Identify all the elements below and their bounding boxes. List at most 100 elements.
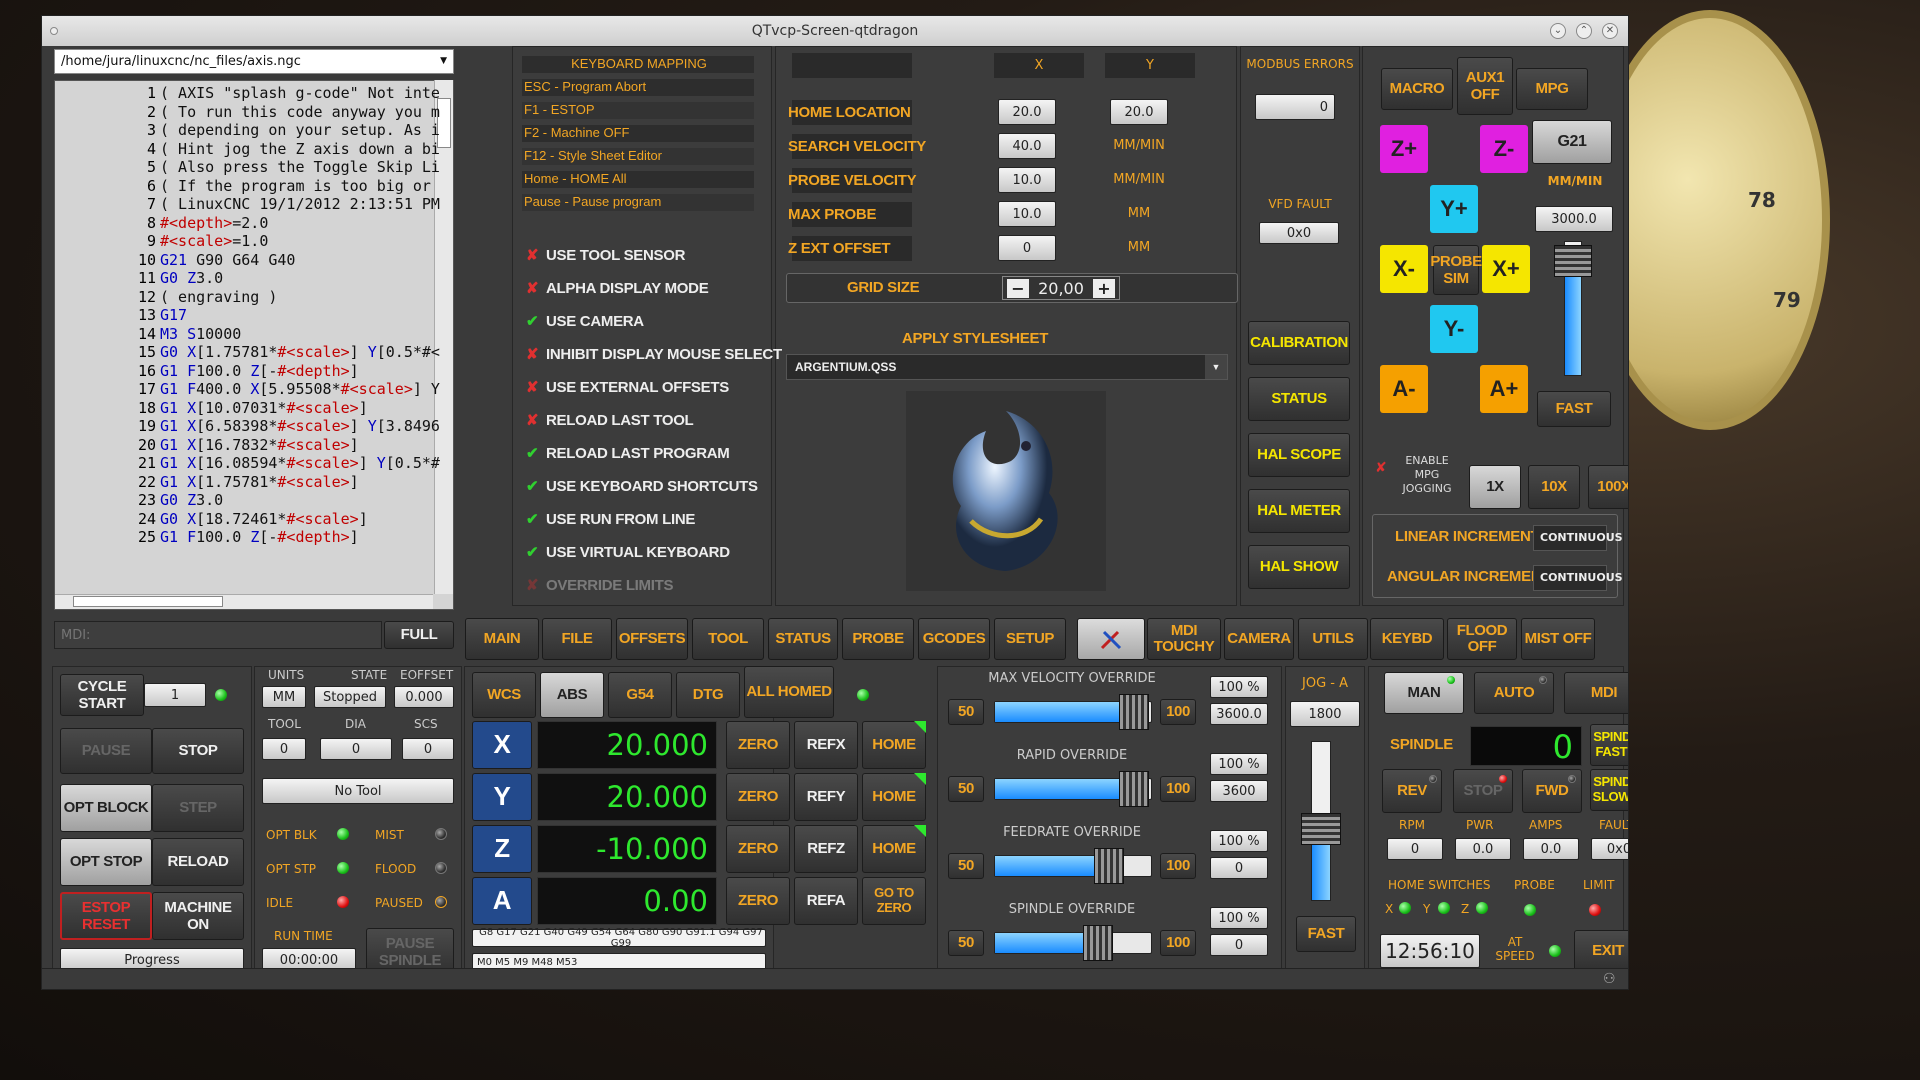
option-reload-last-program[interactable]: ✔ RELOAD LAST PROGRAM: [526, 444, 730, 462]
exit-button[interactable]: EXIT: [1574, 930, 1628, 972]
option-use-external-offsets[interactable]: ✘ USE EXTERNAL OFFSETS: [526, 378, 729, 396]
mdi-mode-button[interactable]: MDI: [1564, 672, 1628, 714]
override-100-button[interactable]: 100: [1160, 699, 1196, 725]
cycle-start-button[interactable]: CYCLE START: [60, 674, 144, 716]
tab-mist-off[interactable]: MIST OFF: [1521, 618, 1595, 660]
modbus-hal-show-button[interactable]: HAL SHOW: [1248, 545, 1350, 589]
wcs-button[interactable]: WCS: [472, 672, 536, 718]
override-slider[interactable]: [994, 925, 1152, 961]
jog-fast-button[interactable]: FAST: [1537, 391, 1611, 427]
mdi-input[interactable]: [55, 622, 381, 648]
plus-icon[interactable]: +: [1093, 278, 1115, 298]
step-button[interactable]: STEP: [152, 784, 244, 832]
option-use-virtual-keyboard[interactable]: ✔ USE VIRTUAL KEYBOARD: [526, 543, 730, 561]
tab-setup[interactable]: SETUP: [994, 618, 1066, 660]
mdi-full-button[interactable]: FULL: [384, 621, 454, 649]
reload-button[interactable]: RELOAD: [152, 838, 244, 886]
tab-gcodes[interactable]: GCODES: [918, 618, 990, 660]
modbus-hal-meter-button[interactable]: HAL METER: [1248, 489, 1350, 533]
option-alpha-display-mode[interactable]: ✘ ALPHA DISPLAY MODE: [526, 279, 709, 297]
zero-y-button[interactable]: ZERO: [726, 773, 790, 821]
stop-button[interactable]: STOP: [152, 728, 244, 774]
estop-reset-button[interactable]: ESTOP RESET: [60, 892, 152, 940]
override-handle[interactable]: [1119, 771, 1150, 807]
minimize-icon[interactable]: ⌄: [1550, 23, 1566, 39]
dtg-button[interactable]: DTG: [676, 672, 740, 718]
maximize-icon[interactable]: ⌃: [1576, 23, 1592, 39]
size-grip-icon[interactable]: ⚇: [1603, 971, 1616, 987]
g21-button[interactable]: G21: [1532, 120, 1612, 164]
ref-y-button[interactable]: REFY: [794, 773, 858, 821]
g54-button[interactable]: G54: [608, 672, 672, 718]
override-handle[interactable]: [1082, 925, 1113, 961]
mdi-input-box[interactable]: [54, 621, 382, 649]
zero-x-button[interactable]: ZERO: [726, 721, 790, 769]
stylesheet-combo[interactable]: ARGENTIUM.QSS ▼: [786, 354, 1228, 380]
override-slider[interactable]: [994, 848, 1152, 884]
override-50-button[interactable]: 50: [948, 930, 984, 956]
spindle-slower-button[interactable]: SPINDLE SLOWER: [1590, 769, 1628, 811]
zero-a-button[interactable]: ZERO: [726, 877, 790, 925]
jog-y-plus-button[interactable]: Y+: [1430, 185, 1478, 233]
mpg-button[interactable]: MPG: [1516, 68, 1588, 110]
jog-z-minus-button[interactable]: Z-: [1480, 125, 1528, 173]
tab-tool[interactable]: TOOL: [692, 618, 764, 660]
override-100-button[interactable]: 100: [1160, 930, 1196, 956]
override-handle[interactable]: [1093, 848, 1124, 884]
ref-a-button[interactable]: REFA: [794, 877, 858, 925]
dro-axis-x-button[interactable]: X: [472, 721, 532, 769]
modbus-calibration-button[interactable]: CALIBRATION: [1248, 321, 1350, 365]
jog-a-handle[interactable]: [1301, 813, 1341, 845]
opt-stop-button[interactable]: OPT STOP: [60, 838, 152, 886]
option-use-run-from-line[interactable]: ✔ USE RUN FROM LINE: [526, 510, 695, 528]
modbus-status-button[interactable]: STATUS: [1248, 377, 1350, 421]
override-handle[interactable]: [1119, 694, 1150, 730]
tab-mdi-touchy[interactable]: MDI TOUCHY: [1147, 618, 1221, 660]
window-menu-icon[interactable]: [50, 27, 58, 35]
jog-x-plus-button[interactable]: X+: [1482, 245, 1530, 293]
option-reload-last-tool[interactable]: ✘ RELOAD LAST TOOL: [526, 411, 694, 429]
opt-block-button[interactable]: OPT BLOCK: [60, 784, 152, 832]
jog-a-minus-button[interactable]: A-: [1380, 365, 1428, 413]
option-use-tool-sensor[interactable]: ✘ USE TOOL SENSOR: [526, 246, 685, 264]
tab-main[interactable]: MAIN: [465, 618, 539, 660]
aux1-button[interactable]: AUX1 OFF: [1457, 57, 1513, 115]
macro-button[interactable]: MACRO: [1381, 68, 1453, 110]
close-icon[interactable]: ✕: [1602, 23, 1618, 39]
abs-button[interactable]: ABS: [540, 672, 604, 718]
minus-icon[interactable]: −: [1007, 278, 1029, 298]
enable-mpg-check-icon[interactable]: ✘: [1375, 460, 1387, 476]
override-100-button[interactable]: 100: [1160, 853, 1196, 879]
tab-file[interactable]: FILE: [542, 618, 612, 660]
tab-camera[interactable]: CAMERA: [1224, 618, 1294, 660]
option-use-keyboard-shortcuts[interactable]: ✔ USE KEYBOARD SHORTCUTS: [526, 477, 758, 495]
tab-settings[interactable]: [1077, 618, 1145, 660]
grid-size-spinner[interactable]: − 20,00 +: [1002, 276, 1120, 300]
linear-increment-combo[interactable]: CONTINUOUS: [1533, 525, 1623, 551]
jog-y-minus-button[interactable]: Y-: [1430, 305, 1478, 353]
tab-offsets[interactable]: OFFSETS: [616, 618, 688, 660]
jog-a-fast-button[interactable]: FAST: [1296, 916, 1356, 952]
editor-hscrollbar[interactable]: [55, 594, 433, 609]
override-50-button[interactable]: 50: [948, 699, 984, 725]
jog-rate-handle[interactable]: [1554, 245, 1592, 278]
dro-axis-z-button[interactable]: Z: [472, 825, 532, 873]
override-slider[interactable]: [994, 771, 1152, 807]
zero-z-button[interactable]: ZERO: [726, 825, 790, 873]
override-slider[interactable]: [994, 694, 1152, 730]
file-path-combo[interactable]: /home/jura/linuxcnc/nc_files/axis.ngc ▼: [54, 49, 454, 74]
inc-1x-button[interactable]: 1X: [1469, 465, 1521, 509]
jog-x-minus-button[interactable]: X-: [1380, 245, 1428, 293]
dro-axis-y-button[interactable]: Y: [472, 773, 532, 821]
option-use-camera[interactable]: ✔ USE CAMERA: [526, 312, 644, 330]
inc-100x-button[interactable]: 100X: [1588, 465, 1628, 509]
option-override-limits[interactable]: ✘ OVERRIDE LIMITS: [526, 576, 673, 594]
modbus-hal-scope-button[interactable]: HAL SCOPE: [1248, 433, 1350, 477]
tab-probe[interactable]: PROBE: [842, 618, 914, 660]
pause-button[interactable]: PAUSE: [60, 728, 152, 774]
dro-axis-a-button[interactable]: A: [472, 877, 532, 925]
angular-increment-combo[interactable]: CONTINUOUS: [1533, 565, 1623, 591]
ref-x-button[interactable]: REFX: [794, 721, 858, 769]
all-homed-button[interactable]: ALL HOMED: [744, 666, 834, 718]
tab-status[interactable]: STATUS: [768, 618, 838, 660]
